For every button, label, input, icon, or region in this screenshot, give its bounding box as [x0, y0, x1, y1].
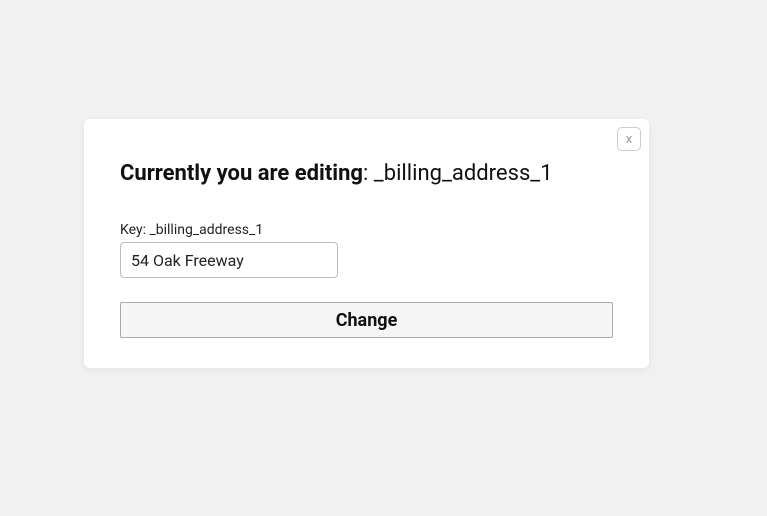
edit-modal: x Currently you are editing: _billing_ad…	[84, 119, 649, 368]
value-input[interactable]	[120, 242, 338, 278]
key-label-name: _billing_address_1	[149, 222, 263, 238]
close-button[interactable]: x	[617, 127, 641, 151]
title-prefix: Currently you are editing	[120, 161, 363, 186]
key-label-prefix: Key:	[120, 222, 149, 238]
title-key: _billing_address_1	[374, 161, 553, 186]
close-icon: x	[626, 133, 632, 146]
change-button[interactable]: Change	[120, 302, 613, 338]
key-label: Key: _billing_address_1	[120, 222, 613, 238]
modal-title: Currently you are editing: _billing_addr…	[120, 161, 613, 186]
